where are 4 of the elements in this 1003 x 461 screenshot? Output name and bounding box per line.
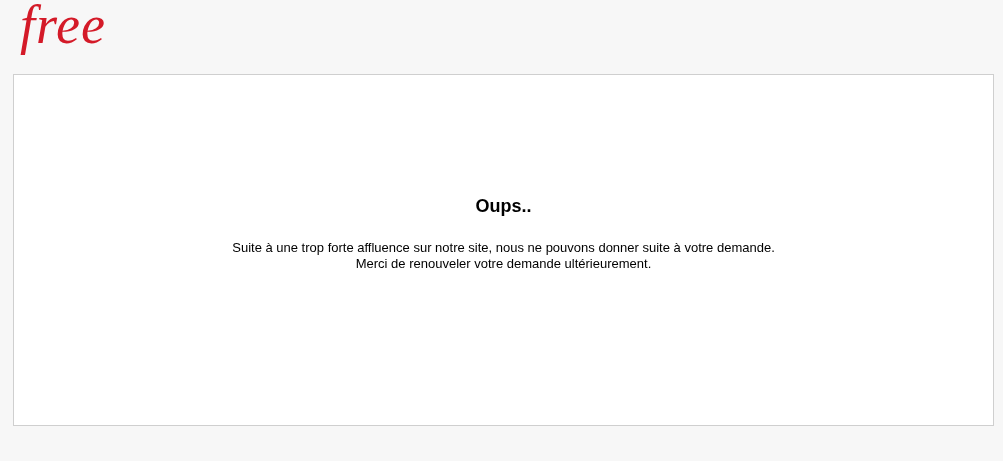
error-title: Oups..: [475, 195, 532, 217]
message-line: Suite à une trop forte affluence sur notre site, nous ne pouvons donner suite à votre demande.: [232, 240, 775, 256]
message-line: Merci de renouveler votre demande ultérieurement.: [355, 256, 652, 272]
logo: free: [19, 0, 107, 56]
